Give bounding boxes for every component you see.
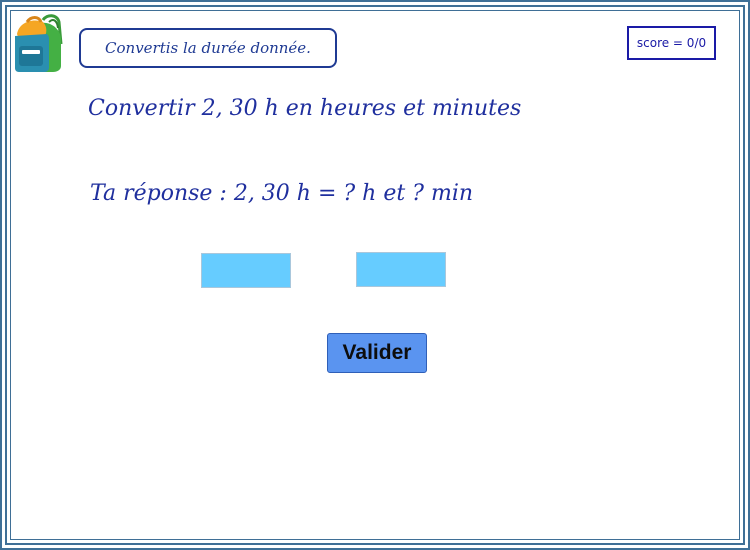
question-text: Convertir 2, 30 h en heures et minutes xyxy=(88,96,522,121)
hours-input[interactable] xyxy=(201,253,291,288)
instruction-text: Convertis la durée donnée. xyxy=(105,39,311,57)
validate-button[interactable]: Valider xyxy=(327,333,427,373)
minutes-input[interactable] xyxy=(356,252,446,287)
score-box: score = 0/0 xyxy=(627,26,716,60)
instruction-box: Convertis la durée donnée. xyxy=(79,28,337,68)
score-text: score = 0/0 xyxy=(636,36,707,50)
answer-prompt: Ta réponse : 2, 30 h = ? h et ? min xyxy=(90,181,474,206)
backpack-icon xyxy=(15,14,63,72)
